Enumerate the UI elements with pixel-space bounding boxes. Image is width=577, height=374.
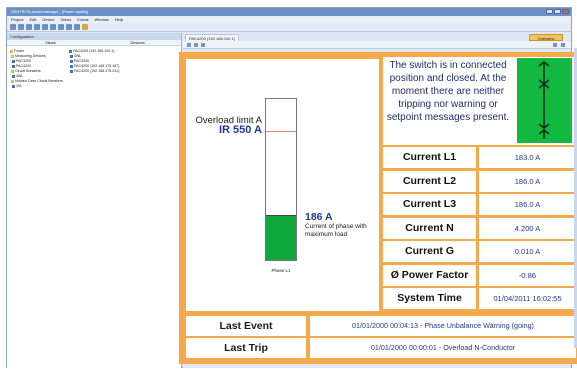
- view-toolbar: [183, 41, 571, 49]
- last-trip-row: Last Trip 01/01/2000 00:00:01 - Overload…: [186, 338, 576, 358]
- menu-device[interactable]: Device: [42, 16, 54, 23]
- window-controls: [546, 9, 569, 14]
- measurement-value: 4.200 A: [479, 218, 576, 239]
- measurement-value: 01/04/2011 16:02:55: [479, 288, 576, 309]
- last-event-row: Last Event 01/01/2000 00:04:13 - Phase U…: [186, 316, 576, 336]
- table-row: Current L1 183.0 A: [383, 147, 576, 168]
- table-row: System Time 01/04/2011 16:02:55: [383, 288, 576, 309]
- measurement-label: Ø Power Factor: [383, 265, 476, 286]
- panel-title: Configuration: [7, 33, 181, 40]
- measurement-label: System Time: [383, 288, 476, 309]
- folder-icon: [10, 49, 13, 53]
- menu-edit[interactable]: Edit: [29, 16, 36, 23]
- measurement-value: 186.0 A: [479, 194, 576, 215]
- device-icon: [70, 64, 73, 68]
- export-icon[interactable]: [561, 43, 565, 47]
- measurement-value: 183.0 A: [479, 147, 576, 168]
- alarm-icon[interactable]: [82, 24, 88, 30]
- device-icon: [70, 59, 73, 63]
- last-trip-value: 01/01/2000 00:00:01 - Overload N-Conduct…: [310, 338, 576, 358]
- device-icon: [70, 69, 73, 73]
- tree-item[interactable]: PAC4200 (192.168.175.241): [69, 69, 120, 74]
- devices-header[interactable]: Devices: [94, 40, 181, 45]
- toolbar: [7, 23, 571, 32]
- last-event-label: Last Event: [186, 316, 306, 336]
- switch-status-text: The switch is in connected position and …: [386, 60, 510, 123]
- table-row: Ø Power Factor -0.86: [383, 265, 576, 286]
- device-icon: [12, 64, 15, 68]
- measurement-label: Current L1: [383, 147, 476, 168]
- switch-closed-icon: [517, 58, 572, 143]
- title-bar: SENTRON powermanager - [Power quality]: [7, 8, 571, 16]
- filter-icon[interactable]: [74, 24, 80, 30]
- print-icon[interactable]: [553, 43, 557, 47]
- properties-icon[interactable]: [50, 24, 56, 30]
- device-icon: [12, 74, 15, 78]
- phase-current-fill: [266, 215, 296, 260]
- table-row: Current N 4.200 A: [383, 218, 576, 239]
- measurement-label: Current L3: [383, 194, 476, 215]
- tree-item[interactable]: 3VL: [10, 84, 63, 89]
- menu-views[interactable]: Views: [61, 16, 72, 23]
- undo-icon[interactable]: [34, 24, 40, 30]
- forward-icon[interactable]: [194, 43, 198, 47]
- search-icon[interactable]: [66, 24, 72, 30]
- back-icon[interactable]: [187, 43, 191, 47]
- connect-icon[interactable]: [58, 24, 64, 30]
- overload-limit-line: [266, 131, 296, 132]
- measurement-label: Current L2: [383, 171, 476, 192]
- menu-window[interactable]: Window: [95, 16, 109, 23]
- measurement-value: -0.86: [479, 265, 576, 286]
- menu-project[interactable]: Project: [11, 16, 23, 23]
- devices-tree: PAC4200 (192.168.100.1) 3WL PAC3200 PAC4…: [69, 49, 120, 74]
- views-tree: Folder Measuring Devices PAC3200 PAC4200…: [10, 49, 63, 89]
- last-trip-label: Last Trip: [186, 338, 306, 358]
- device-icon: [70, 54, 73, 58]
- menu-bar: Project Edit Device Views Extras Window …: [7, 16, 571, 23]
- menu-help[interactable]: Help: [115, 16, 123, 23]
- device-icon: [69, 49, 72, 53]
- switch-symbol-icon: [538, 61, 550, 139]
- folder-icon: [11, 69, 14, 73]
- menu-extras[interactable]: Extras: [77, 16, 88, 23]
- measurement-label: Current G: [383, 241, 476, 262]
- configuration-panel: Configuration Views Devices Folder Measu…: [7, 33, 182, 368]
- phase-caption: Phase L1: [271, 268, 291, 273]
- save-icon[interactable]: [26, 24, 32, 30]
- new-icon[interactable]: [10, 24, 16, 30]
- max-phase-current-description: Current of phase with maximum load: [305, 223, 367, 238]
- measurement-value: 186.0 A: [479, 171, 576, 192]
- overview-tab[interactable]: Overview: [529, 34, 563, 41]
- device-icon: [12, 84, 15, 88]
- views-header[interactable]: Views: [7, 40, 94, 45]
- minimize-button[interactable]: [546, 9, 553, 14]
- measurement-label: Current N: [383, 218, 476, 239]
- device-icon: [12, 59, 15, 63]
- table-row: Current G 0.010 A: [383, 241, 576, 262]
- device-tab[interactable]: PAC4200 (192.168.100.1): [185, 34, 240, 41]
- folder-icon: [11, 79, 14, 83]
- measurement-table: Current L1 183.0 A Current L2 186.0 A Cu…: [383, 147, 576, 311]
- close-button[interactable]: [562, 9, 569, 14]
- panel-column-headers: Views Devices: [7, 40, 181, 46]
- maximize-button[interactable]: [554, 9, 561, 14]
- open-icon[interactable]: [18, 24, 24, 30]
- phase-current-bar: [265, 98, 297, 261]
- last-event-value: 01/01/2000 00:04:13 - Phase Unbalance Wa…: [310, 316, 576, 336]
- refresh-icon[interactable]: [201, 43, 205, 47]
- table-row: Current L3 186.0 A: [383, 194, 576, 215]
- redo-icon[interactable]: [42, 24, 48, 30]
- folder-icon: [11, 54, 14, 58]
- window-title: SENTRON powermanager - [Power quality]: [11, 9, 89, 14]
- max-phase-current-value: 186 A: [305, 211, 333, 223]
- overload-ir-value: IR 550 A: [218, 124, 262, 136]
- measurement-value: 0.010 A: [479, 241, 576, 262]
- table-row: Current L2 186.0 A: [383, 171, 576, 192]
